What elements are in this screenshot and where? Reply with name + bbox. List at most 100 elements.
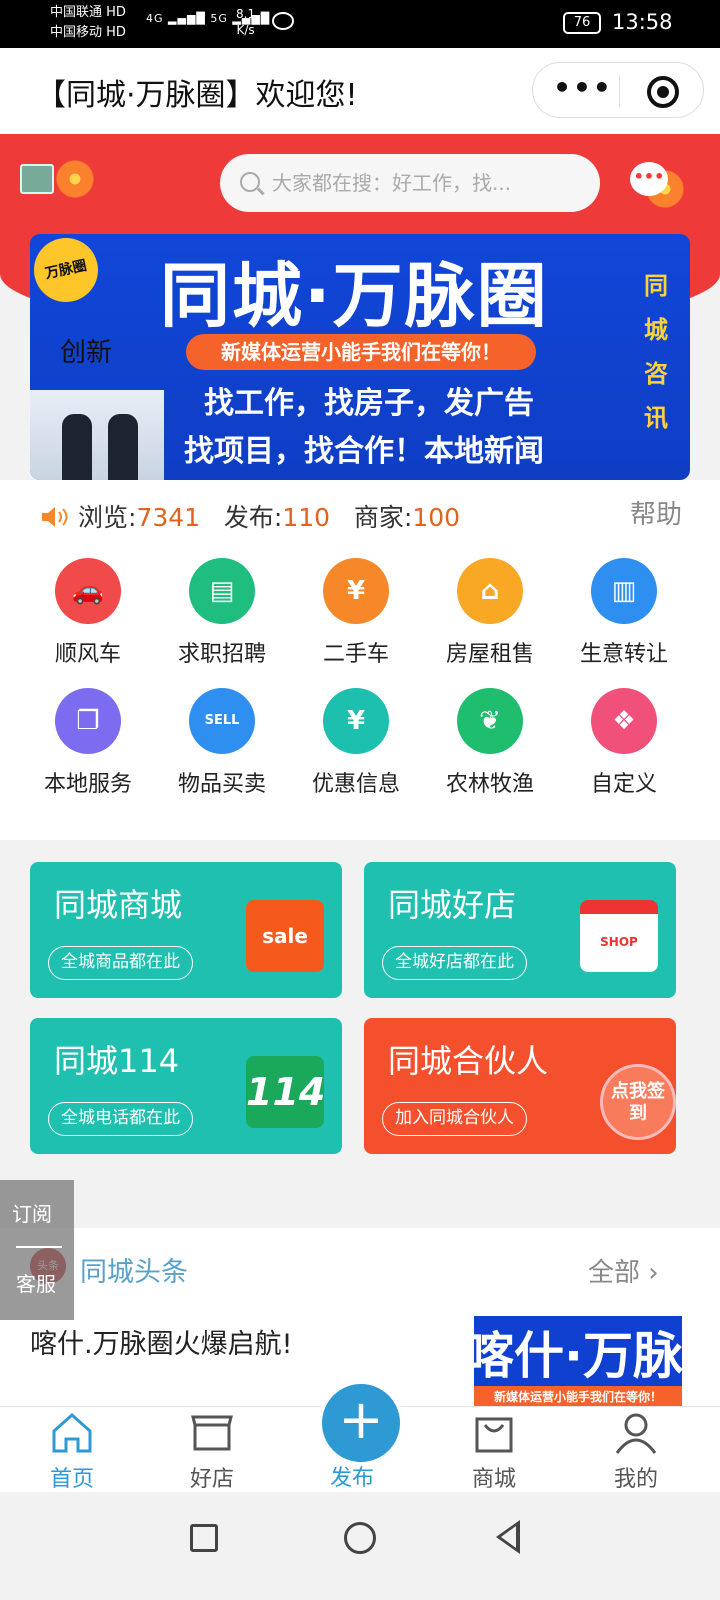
subscribe-button[interactable]: 订阅 <box>12 1198 52 1227</box>
headline-title: 同城头条 <box>80 1257 188 1288</box>
tab-mine[interactable]: 我的 <box>586 1411 686 1493</box>
capsule-divider <box>619 75 620 107</box>
category-label: 优惠信息 <box>311 772 400 797</box>
card-title: 同城114 <box>54 1042 180 1080</box>
carrier-2: 中国移动 <box>50 25 103 40</box>
used-car-icon: ¥ <box>323 558 389 624</box>
more-icon[interactable]: ••• <box>553 74 613 105</box>
search-input[interactable]: 大家都在搜：好工作，找... <box>220 154 600 212</box>
banner-line-2: 找项目，找合作！本地新闻 <box>184 434 544 469</box>
banner-line-1: 找工作，找房子，发广告 <box>204 386 534 421</box>
category-used-car[interactable]: ¥ 二手车 <box>296 558 416 678</box>
browse-label: 浏览: <box>78 503 137 532</box>
card-title: 同城合伙人 <box>388 1042 549 1080</box>
category-grid[interactable]: ❖ 自定义 <box>564 688 684 808</box>
home-icon <box>52 1412 92 1453</box>
feature-card[interactable]: 同城好店 全城好店都在此 SHOP <box>364 862 676 998</box>
sell-tag-icon: SELL <box>189 688 255 754</box>
banner-seal: 万脉圈 <box>30 234 104 308</box>
close-miniprogram-icon[interactable] <box>647 76 679 108</box>
feature-card[interactable]: 同城114 全城电话都在此 114 <box>30 1018 342 1154</box>
stats-row: 浏览:7341 发布:110 商家:100 <box>78 498 460 534</box>
pages-icon: ❐ <box>55 688 121 754</box>
help-link[interactable]: 帮助 <box>630 494 682 531</box>
float-divider <box>16 1246 62 1248</box>
home-button[interactable] <box>344 1522 376 1554</box>
card-subtitle: 全城电话都在此 <box>48 1102 193 1136</box>
category-sprout[interactable]: ❦ 农林牧渔 <box>430 688 550 808</box>
category-label: 求职招聘 <box>177 642 266 667</box>
house-icon: ⌂ <box>457 558 523 624</box>
card-subtitle: 全城商品都在此 <box>48 946 193 980</box>
hd-badge-2: HD <box>106 25 126 40</box>
card-subtitle: 全城好店都在此 <box>382 946 527 980</box>
thumb-title: 喀什·万脉 <box>474 1327 682 1385</box>
floating-panel: 订阅 客服 <box>0 1180 74 1320</box>
view-all-link[interactable]: 全部 › <box>588 1252 659 1289</box>
car-icon: 🚗 <box>55 558 121 624</box>
banner-title: 同城·万脉圈 <box>160 255 549 337</box>
battery-icon: 76 <box>563 12 601 34</box>
promo-banner[interactable]: 万脉圈 同城·万脉圈 创新 新媒体运营小能手我们在等你！ 找工作，找房子，发广告… <box>30 234 690 480</box>
card-subtitle: 加入同城合伙人 <box>382 1102 527 1136</box>
system-nav-bar <box>0 1492 720 1600</box>
hd-badge: HD <box>106 5 126 20</box>
tab-mall[interactable]: 商城 <box>444 1411 544 1493</box>
bag-icon <box>475 1417 513 1453</box>
grid-icon: ❖ <box>591 688 657 754</box>
network-speed: 8.1 K/s <box>236 7 256 37</box>
category-id-card[interactable]: ▤ 求职招聘 <box>162 558 282 678</box>
tab-home[interactable]: 首页 <box>22 1411 122 1493</box>
back-button[interactable] <box>496 1520 520 1554</box>
battery-level: 76 <box>573 15 591 30</box>
headline-thumbnail[interactable]: 喀什·万脉 新媒体运营小能手我们在等你！ <box>474 1316 682 1408</box>
title-bar: 【同城·万脉圈】欢迎您! ••• <box>0 48 720 134</box>
category-label: 自定义 <box>590 772 657 797</box>
recent-apps-button[interactable] <box>190 1524 218 1552</box>
category-label: 物品买卖 <box>177 772 266 797</box>
category-label: 本地服务 <box>43 772 132 797</box>
publish-count: 110 <box>282 503 331 532</box>
wechat-icon <box>272 12 294 30</box>
page-title: 【同城·万脉圈】欢迎您! <box>36 78 358 113</box>
category-sell-tag[interactable]: SELL 物品买卖 <box>162 688 282 808</box>
carrier-1: 中国联通 <box>50 5 103 20</box>
category-pages[interactable]: ❐ 本地服务 <box>28 688 148 808</box>
category-house[interactable]: ⌂ 房屋租售 <box>430 558 550 678</box>
category-label: 顺风车 <box>54 642 121 667</box>
category-label: 生意转让 <box>579 642 668 667</box>
miniprogram-capsule: ••• <box>532 62 704 118</box>
publish-button[interactable]: + <box>318 1380 404 1466</box>
carrier-info: 中国联通 HD 中国移动 HD <box>50 3 126 43</box>
status-bar: 中国联通 HD 中国移动 HD 4G ▂▄▆█ 5G ▂▄▆█ 8.1 K/s 7… <box>0 0 720 48</box>
tab-shops[interactable]: 好店 <box>162 1411 262 1493</box>
id-card-icon: ▤ <box>189 558 255 624</box>
sprout-icon: ❦ <box>457 688 523 754</box>
category-ticket[interactable]: ¥ 优惠信息 <box>296 688 416 808</box>
speaker-icon <box>42 507 68 527</box>
feature-card[interactable]: 同城商城 全城商品都在此 sale <box>30 862 342 998</box>
shop-icon: ▥ <box>591 558 657 624</box>
publish-label: 发布: <box>223 503 283 532</box>
banner-tag: 创新 <box>60 338 113 368</box>
headline-item[interactable]: 喀什.万脉圈火爆启航! <box>30 1322 292 1361</box>
message-icon[interactable]: ••• <box>630 162 668 196</box>
stats-and-categories: 浏览:7341 发布:110 商家:100 帮助 🚗 顺风车 ▤ 求职招聘 ¥ 二手车 ⌂ 房… <box>0 480 720 840</box>
category-car[interactable]: 🚗 顺风车 <box>28 558 148 678</box>
category-shop[interactable]: ▥ 生意转让 <box>564 558 684 678</box>
chevron-right-icon: › <box>648 1258 659 1288</box>
banner-photo <box>30 390 164 480</box>
banner-slogan: 新媒体运营小能手我们在等你！ <box>186 334 536 370</box>
feature-card[interactable]: 同城合伙人加入同城合伙人 点我签到 <box>364 1018 676 1154</box>
customer-service-button[interactable]: 客服 <box>16 1268 56 1297</box>
category-label: 二手车 <box>322 642 389 667</box>
thumb-subtitle: 新媒体运营小能手我们在等你！ <box>474 1386 682 1408</box>
banner-side-text: 同城咨讯 <box>644 272 668 432</box>
publish-label: 发布 <box>330 1466 375 1491</box>
card-title: 同城商城 <box>54 886 183 924</box>
handshake-icon: 点我签到 <box>600 1064 676 1140</box>
category-label: 房屋租售 <box>445 642 534 667</box>
ticket-icon: ¥ <box>323 688 389 754</box>
plus-icon: + <box>338 1388 384 1451</box>
category-label: 农林牧渔 <box>445 772 534 797</box>
